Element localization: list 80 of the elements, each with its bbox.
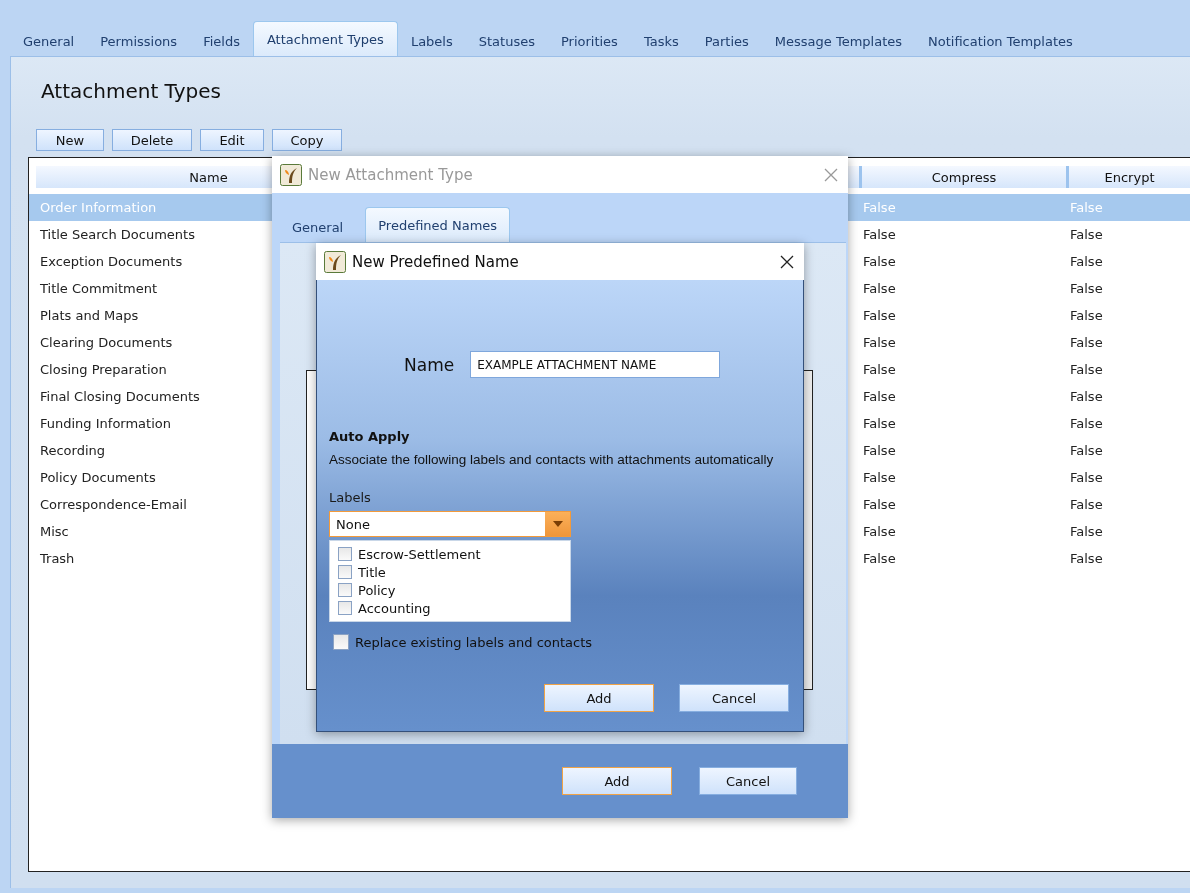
checkbox[interactable] (338, 601, 352, 615)
table-cell-text: False (862, 497, 896, 512)
table-cell-text: Funding Information (39, 416, 171, 431)
table-cell-text: False (862, 524, 896, 539)
option-label[interactable]: Policy (358, 582, 396, 598)
close-icon[interactable] (780, 254, 794, 269)
table-cell-text: Plats and Maps (39, 308, 139, 323)
table-cell-text: Order Information (39, 200, 157, 215)
table-cell-text: False (862, 443, 896, 458)
table-cell-text: Clearing Documents (39, 335, 173, 350)
table-cell-text: False (862, 308, 896, 323)
table-cell-text: False (1069, 362, 1103, 377)
tab[interactable]: Parties (691, 26, 762, 56)
toolbar-button[interactable]: Copy (272, 129, 342, 151)
dialog-button[interactable]: Add (544, 684, 654, 712)
dialog-button[interactable]: Cancel (699, 767, 797, 795)
table-cell-text: False (1069, 389, 1103, 404)
section-heading: Auto Apply (329, 429, 411, 444)
table-cell-text: False (1069, 281, 1103, 296)
toolbar-button[interactable]: New (36, 129, 104, 151)
table-cell-text: False (1069, 524, 1103, 539)
field-label: Labels (329, 490, 372, 505)
table-cell-text: False (1069, 497, 1103, 512)
table-cell-text: False (862, 551, 896, 566)
table-cell-text: False (862, 389, 896, 404)
dialog-button[interactable]: Cancel (679, 684, 789, 712)
option-label[interactable]: Escrow-Settlement (358, 546, 481, 562)
leaf-logo-icon (280, 163, 302, 186)
tab[interactable]: Tasks (630, 26, 692, 56)
tab[interactable]: Labels (397, 26, 466, 56)
table-cell-text: False (862, 470, 896, 485)
toolbar-button[interactable]: Edit (200, 129, 264, 151)
tab[interactable]: General (10, 26, 88, 56)
tab[interactable]: Message Templates (761, 26, 915, 56)
caret-icon (552, 521, 563, 527)
table-cell-text: False (1069, 227, 1103, 242)
tab[interactable]: Notification Templates (915, 26, 1086, 56)
column-header[interactable]: Compress (859, 166, 1066, 188)
description-text: Associate the following labels and contacts with attachments automatically (329, 452, 774, 467)
checkbox[interactable] (338, 583, 352, 597)
table-cell-text: False (1069, 443, 1103, 458)
tab[interactable]: Permissions (87, 26, 191, 56)
table-cell-text: False (862, 227, 896, 242)
table-cell-text: Policy Documents (39, 470, 156, 485)
table-cell-text: False (862, 281, 896, 296)
table-cell-text: Final Closing Documents (39, 389, 200, 404)
field-label: Name (404, 354, 455, 375)
option-label[interactable]: Accounting (358, 600, 431, 616)
page-title: Attachment Types (41, 79, 222, 105)
tab[interactable]: Predefined Names (365, 207, 511, 242)
table-cell-text: False (862, 254, 896, 269)
column-header[interactable]: Encrypt (1066, 166, 1190, 188)
table-cell-text: False (862, 335, 896, 350)
table-cell-text: False (1069, 308, 1103, 323)
table-cell-text: False (1069, 470, 1103, 485)
table-cell-text: False (1069, 416, 1103, 431)
tab[interactable]: Attachment Types (252, 21, 398, 56)
table-cell-text: False (1069, 551, 1103, 566)
table-cell-text: False (1069, 254, 1103, 269)
dialog-button[interactable]: Add (562, 767, 672, 795)
toolbar-button[interactable]: Delete (112, 129, 192, 151)
checkbox[interactable] (338, 565, 352, 579)
table-cell-text: Title Commitment (39, 281, 158, 296)
tab[interactable]: Priorities (547, 26, 631, 56)
tab[interactable]: Statuses (465, 26, 548, 56)
table-cell-text: False (862, 416, 896, 431)
table-cell-text: False (1069, 200, 1103, 215)
leaf-logo-icon (324, 250, 346, 273)
name-input-field[interactable]: EXAMPLE ATTACHMENT NAME (470, 351, 721, 378)
tab[interactable]: General (280, 212, 356, 242)
dialog-title: New Predefined Name (352, 252, 520, 271)
labels-dropdown[interactable]: None (329, 511, 571, 537)
checkbox[interactable] (338, 547, 352, 561)
table-cell-text: False (1069, 335, 1103, 350)
table-cell-text: False (862, 362, 896, 377)
option-label[interactable]: Title (358, 564, 386, 580)
checkbox[interactable] (333, 634, 349, 650)
checkbox-label[interactable]: Replace existing labels and contacts (355, 634, 593, 650)
tab[interactable]: Fields (190, 26, 253, 56)
table-cell-text: False (862, 200, 896, 215)
